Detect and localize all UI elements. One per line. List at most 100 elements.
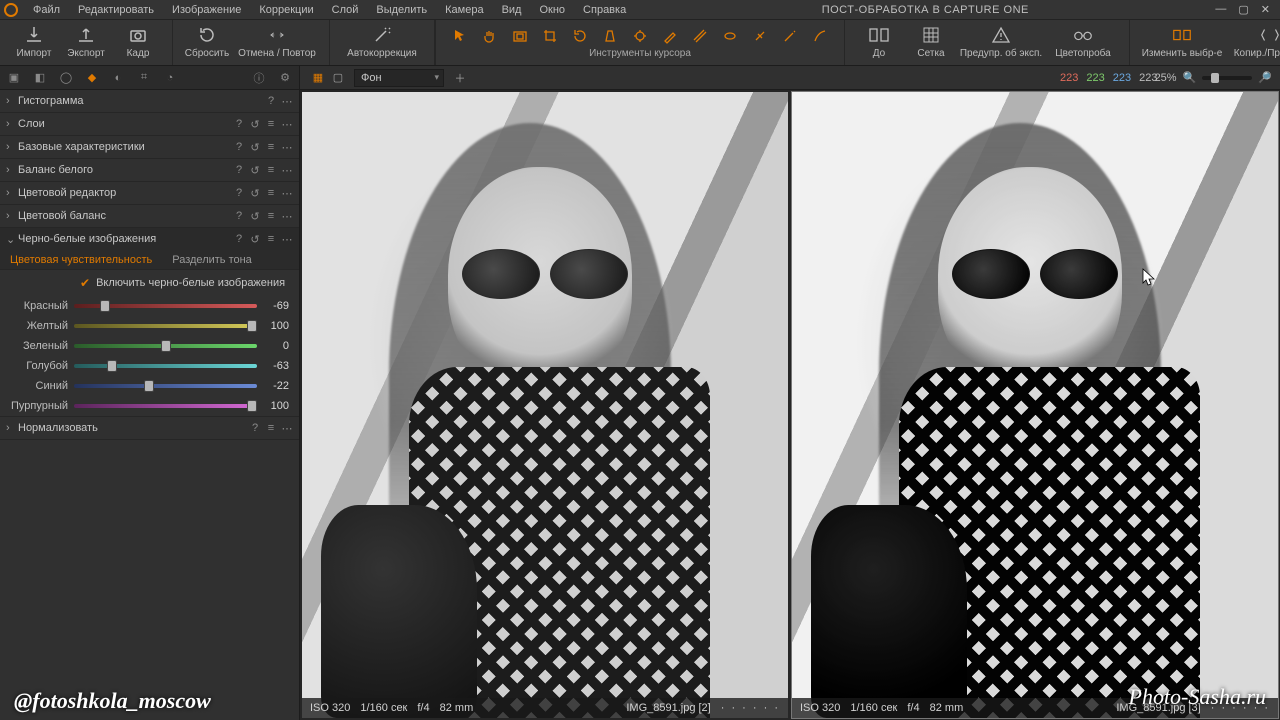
hand-tool-icon[interactable] [480, 26, 500, 46]
bw-slider-0: Красный-69 [0, 296, 299, 316]
spot-tool-icon[interactable] [630, 26, 650, 46]
panel-color-balance[interactable]: ›Цветовой баланс?↺≡⋯ [0, 205, 299, 227]
menubar: Файл Редактировать Изображение Коррекции… [0, 0, 1280, 20]
slider-thumb[interactable] [107, 360, 117, 372]
panel-wb[interactable]: ›Баланс белого?↺≡⋯ [0, 159, 299, 181]
menu-view[interactable]: Вид [493, 2, 531, 18]
slider-thumb[interactable] [161, 340, 171, 352]
main-toolbar: Импорт Экспорт Кадр Сбросить Отмена / По… [0, 20, 1280, 66]
tool-tabs: ▣ ◧ ◯ ◆ ◐ ⌗ ◔ ⓘ ⚙ [0, 66, 299, 90]
loupe-tool-icon[interactable] [510, 26, 530, 46]
help-icon[interactable]: ? [265, 95, 277, 108]
close-icon[interactable]: ✕ [1261, 3, 1270, 16]
wand-icon [371, 24, 393, 46]
slider-track[interactable] [74, 404, 257, 408]
panel-histogram[interactable]: ›Гистограмма?⋯ [0, 90, 299, 112]
bw-slider-4: Синий-22 [0, 376, 299, 396]
export-button[interactable]: Экспорт [60, 24, 112, 59]
tab-details-icon[interactable]: ⌗ [136, 70, 152, 86]
slider-track[interactable] [74, 364, 257, 368]
viewer-body: ISO 3201/160 секf/482 mm IMG_8591.jpg [2… [300, 90, 1280, 720]
crop-tool-icon[interactable] [540, 26, 560, 46]
tab-lens-icon[interactable]: ◯ [58, 70, 74, 86]
bw-tab-split[interactable]: Разделить тона [162, 250, 262, 269]
multi-view-icon[interactable]: ▦ [308, 68, 328, 88]
bw-tab-sensitivity[interactable]: Цветовая чувствительность [0, 250, 162, 269]
glasses-icon [1072, 24, 1094, 46]
copy-apply-button[interactable]: Копир./Примен. [1226, 24, 1280, 59]
panel-bw-header[interactable]: ⌄Черно-белые изображения?↺≡⋯ [0, 228, 299, 250]
clone-tool-icon[interactable] [780, 26, 800, 46]
rotate-tool-icon[interactable] [570, 26, 590, 46]
bw-enable-checkbox[interactable]: ✔Включить черно-белые изображения [0, 270, 299, 296]
single-view-icon[interactable]: ▢ [328, 68, 348, 88]
layer-select[interactable]: Фон [354, 69, 444, 87]
zoom-in-icon[interactable]: 🔎 [1258, 71, 1272, 84]
gradient-tool-icon[interactable] [690, 26, 710, 46]
edit-sel-icon [1171, 24, 1193, 46]
slider-thumb[interactable] [144, 380, 154, 392]
panel-color-editor[interactable]: ›Цветовой редактор?↺≡⋯ [0, 182, 299, 204]
photo-right[interactable]: ISO 3201/160 секf/482 mm IMG_8591.jpg [3… [792, 92, 1278, 718]
keystone-tool-icon[interactable] [600, 26, 620, 46]
heal-tool-icon[interactable] [750, 26, 770, 46]
zoom-out-icon[interactable]: 🔍 [1183, 71, 1197, 84]
tab-color-icon[interactable]: ◆ [84, 70, 100, 86]
menu-file[interactable]: Файл [24, 2, 69, 18]
viewer: ▦ ▢ Фон ＋ 223 223 223 223 25% 🔍 🔎 ISO 32… [300, 66, 1280, 720]
undo-redo-button[interactable]: Отмена / Повтор [233, 24, 321, 59]
maximize-icon[interactable]: ▢ [1238, 3, 1248, 16]
grid-icon [920, 24, 942, 46]
tab-meta-icon[interactable]: ⓘ [251, 70, 267, 86]
proof-button[interactable]: Цветопроба [1045, 24, 1121, 59]
app-logo-icon [4, 3, 18, 17]
menu-edit[interactable]: Редактировать [69, 2, 163, 18]
viewer-toolbar: ▦ ▢ Фон ＋ 223 223 223 223 25% 🔍 🔎 [300, 66, 1280, 90]
menu-layer[interactable]: Слой [323, 2, 368, 18]
autocorrect-button[interactable]: Автокоррекция [338, 24, 426, 59]
brush-tool-icon[interactable] [660, 26, 680, 46]
menu-adjust[interactable]: Коррекции [250, 2, 322, 18]
annotate-tool-icon[interactable] [810, 26, 830, 46]
tab-local-icon[interactable]: ◔ [162, 70, 178, 86]
bw-slider-2: Зеленый0 [0, 336, 299, 356]
import-button[interactable]: Импорт [8, 24, 60, 59]
cursor-tools: Инструменты курсора [435, 20, 845, 65]
slider-label: Красный [10, 300, 74, 312]
reset-button[interactable]: Сбросить [181, 24, 233, 59]
slider-thumb[interactable] [100, 300, 110, 312]
import-icon [23, 24, 45, 46]
slider-thumb[interactable] [247, 400, 257, 412]
zoom-slider[interactable] [1202, 76, 1252, 80]
menu-icon[interactable]: ⋯ [281, 95, 293, 108]
panel-base[interactable]: ›Базовые характеристики?↺≡⋯ [0, 136, 299, 158]
minimize-icon[interactable]: — [1215, 3, 1226, 16]
slider-track[interactable] [74, 384, 257, 388]
capture-button[interactable]: Кадр [112, 24, 164, 59]
panel-normalize[interactable]: ›Нормализовать?≡⋯ [0, 417, 299, 439]
slider-track[interactable] [74, 304, 257, 308]
tab-library-icon[interactable]: ▣ [6, 70, 22, 86]
menu-help[interactable]: Справка [574, 2, 635, 18]
slider-track[interactable] [74, 324, 257, 328]
pointer-tool-icon[interactable] [450, 26, 470, 46]
exposure-warning-button[interactable]: Предупр. об эксп. [957, 24, 1045, 59]
slider-thumb[interactable] [247, 320, 257, 332]
menu-select[interactable]: Выделить [367, 2, 436, 18]
bw-slider-1: Желтый100 [0, 316, 299, 336]
tab-capture-icon[interactable]: ◧ [32, 70, 48, 86]
photo-left[interactable]: ISO 3201/160 секf/482 mm IMG_8591.jpg [2… [302, 92, 788, 718]
panel-layers[interactable]: ›Слои?↺≡⋯ [0, 113, 299, 135]
edit-selected-button[interactable]: Изменить выбр-е [1138, 24, 1226, 59]
slider-track[interactable] [74, 344, 257, 348]
tab-exposure-icon[interactable]: ◐ [110, 70, 126, 86]
menu-window[interactable]: Окно [530, 2, 574, 18]
grid-button[interactable]: Сетка [905, 24, 957, 59]
add-layer-icon[interactable]: ＋ [450, 68, 470, 88]
radial-tool-icon[interactable] [720, 26, 740, 46]
tab-output-icon[interactable]: ⚙ [277, 70, 293, 86]
menu-camera[interactable]: Камера [436, 2, 492, 18]
rgb-readout: 223 223 223 223 [1060, 72, 1157, 84]
menu-image[interactable]: Изображение [163, 2, 250, 18]
before-after-button[interactable]: До [853, 24, 905, 59]
